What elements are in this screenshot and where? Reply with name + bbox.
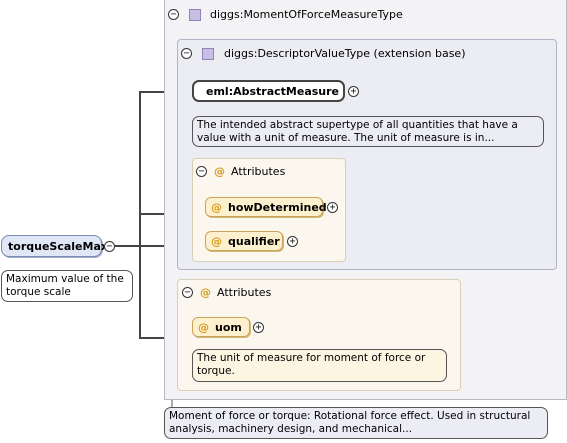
howdetermined-expand-button[interactable]: + — [327, 202, 338, 213]
qualifier-expand-button[interactable]: + — [287, 236, 298, 247]
extension-base-type-icon — [202, 48, 214, 60]
type-attributes-collapse-button[interactable]: − — [182, 287, 193, 298]
base-attributes-header: Attributes — [231, 165, 286, 178]
attribute-howdetermined[interactable]: @ howDetermined — [205, 197, 327, 217]
attribute-at-icon: @ — [198, 320, 209, 334]
attributes-at-icon: @ — [214, 165, 225, 178]
uom-documentation: The unit of measure for moment of force … — [192, 349, 447, 382]
attribute-qualifier[interactable]: @ qualifier — [205, 231, 283, 251]
type-attributes-header: Attributes — [217, 286, 272, 299]
complex-type-name: diggs:MomentOfForceMeasureType — [210, 8, 403, 21]
attributes-at-icon: @ — [200, 286, 211, 299]
root-element-label: torqueScaleMax — [8, 239, 108, 253]
extension-base-name: diggs:DescriptorValueType (extension bas… — [224, 47, 466, 60]
abstract-measure-element[interactable]: eml:AbstractMeasure — [192, 80, 345, 102]
uom-expand-button[interactable]: + — [253, 322, 264, 333]
complex-type-collapse-button[interactable]: − — [168, 9, 179, 20]
attribute-uom-label: uom — [215, 320, 242, 334]
base-attributes-collapse-button[interactable]: − — [196, 166, 207, 177]
attribute-qualifier-label: qualifier — [228, 234, 280, 248]
complex-type-documentation: Moment of force or torque: Rotational fo… — [164, 407, 548, 439]
extension-base-collapse-button[interactable]: − — [181, 48, 192, 59]
root-element-documentation: Maximum value of the torque scale — [1, 270, 133, 302]
attribute-at-icon: @ — [211, 234, 222, 248]
root-element-collapse-button[interactable]: − — [104, 241, 115, 252]
complex-type-icon — [189, 9, 201, 21]
attribute-at-icon: @ — [211, 200, 222, 214]
attribute-howdetermined-label: howDetermined — [228, 200, 327, 214]
abstract-measure-documentation: The intended abstract supertype of all q… — [192, 116, 544, 147]
abstract-measure-label: eml:AbstractMeasure — [206, 84, 340, 98]
abstract-measure-expand-button[interactable]: + — [348, 86, 359, 97]
attribute-uom[interactable]: @ uom — [192, 317, 250, 337]
root-element-torquescalemax[interactable]: torqueScaleMax — [1, 235, 108, 257]
